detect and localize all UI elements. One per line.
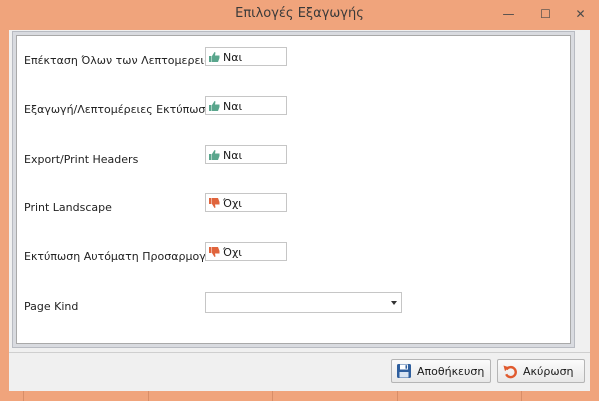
options-panel: Επέκταση Όλων των Λεπτομερειών Ναι Εξαγω… bbox=[16, 35, 571, 344]
page-kind-label: Page Kind bbox=[24, 300, 79, 313]
option-value: Όχι bbox=[223, 197, 243, 210]
maximize-button[interactable]: ☐ bbox=[538, 6, 553, 21]
save-button[interactable]: Αποθήκευση bbox=[391, 359, 491, 383]
background-gridline bbox=[521, 391, 522, 401]
close-button[interactable]: ✕ bbox=[573, 6, 588, 21]
undo-arrow-icon bbox=[503, 365, 517, 379]
option-label-print-landscape: Print Landscape bbox=[24, 201, 112, 214]
option-label-print-auto-fit: Εκτύπωση Αυτόματη Προσαρμογή bbox=[24, 250, 206, 263]
title-bar: Επιλογές Εξαγωγής — ☐ ✕ bbox=[0, 0, 599, 30]
background-gridline bbox=[272, 391, 273, 401]
thumbs-down-icon bbox=[209, 247, 220, 257]
option-value: Ναι bbox=[223, 149, 243, 162]
window-bottom-frame bbox=[0, 391, 599, 401]
option-value: Ναι bbox=[223, 51, 243, 64]
option-value: Ναι bbox=[223, 100, 243, 113]
thumbs-up-icon bbox=[209, 150, 220, 160]
option-toggle-export-print-details[interactable]: Ναι bbox=[205, 96, 287, 115]
option-toggle-expand-details[interactable]: Ναι bbox=[205, 47, 287, 66]
thumbs-up-icon bbox=[209, 101, 220, 111]
dialog-client-area: Επέκταση Όλων των Λεπτομερειών Ναι Εξαγω… bbox=[9, 30, 590, 391]
background-gridline bbox=[148, 391, 149, 401]
chevron-down-icon[interactable] bbox=[391, 301, 397, 305]
save-button-label: Αποθήκευση bbox=[417, 364, 485, 378]
option-label-export-print-details: Εξαγωγή/Λεπτομέρειες Εκτύπωσης bbox=[24, 103, 206, 116]
option-value: Όχι bbox=[223, 246, 243, 259]
minimize-button[interactable]: — bbox=[501, 6, 516, 21]
floppy-disk-icon bbox=[397, 364, 411, 378]
option-toggle-print-auto-fit[interactable]: Όχι bbox=[205, 242, 287, 261]
option-label-expand-details: Επέκταση Όλων των Λεπτομερειών bbox=[24, 54, 206, 67]
cancel-button[interactable]: Ακύρωση bbox=[497, 359, 585, 383]
option-label-export-print-headers: Export/Print Headers bbox=[24, 153, 139, 166]
background-gridline bbox=[23, 391, 24, 401]
thumbs-up-icon bbox=[209, 52, 220, 62]
thumbs-down-icon bbox=[209, 198, 220, 208]
cancel-button-label: Ακύρωση bbox=[523, 364, 574, 378]
footer-divider bbox=[9, 352, 590, 353]
page-kind-select[interactable] bbox=[205, 292, 402, 313]
background-gridline bbox=[397, 391, 398, 401]
option-toggle-export-print-headers[interactable]: Ναι bbox=[205, 145, 287, 164]
option-toggle-print-landscape[interactable]: Όχι bbox=[205, 193, 287, 212]
